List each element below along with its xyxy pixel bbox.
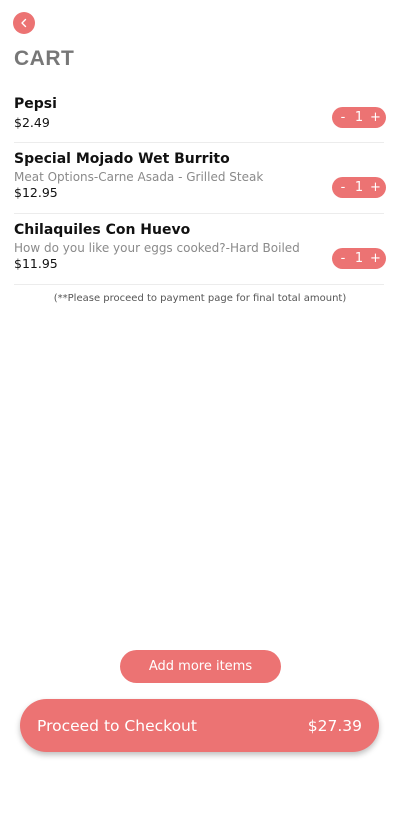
chevron-left-icon: [19, 18, 29, 28]
decrease-quantity-button[interactable]: -: [338, 181, 348, 194]
item-option: Meat Options-Carne Asada - Grilled Steak: [14, 170, 264, 184]
item-price: $11.95: [14, 256, 58, 271]
cart-item-list: Pepsi $2.49 - 1 + Special Mojado Wet Bur…: [0, 88, 400, 285]
item-name: Chilaquiles Con Huevo: [14, 222, 191, 238]
quantity-stepper: - 1 +: [332, 107, 386, 128]
decrease-quantity-button[interactable]: -: [338, 111, 348, 124]
item-price: $12.95: [14, 185, 58, 200]
item-name: Pepsi: [14, 96, 57, 112]
quantity-value: 1: [354, 110, 364, 125]
checkout-total: $27.39: [307, 716, 362, 735]
cart-item-burrito: Special Mojado Wet Burrito Meat Options-…: [14, 143, 386, 214]
proceed-to-checkout-button[interactable]: Proceed to Checkout $27.39: [20, 699, 379, 752]
payment-note: (**Please proceed to payment page for fi…: [53, 293, 347, 304]
quantity-stepper: - 1 +: [332, 248, 386, 269]
quantity-value: 1: [354, 251, 364, 266]
increase-quantity-button[interactable]: +: [370, 181, 381, 194]
back-button[interactable]: [13, 12, 35, 34]
increase-quantity-button[interactable]: +: [370, 252, 381, 265]
cart-item-chilaquiles: Chilaquiles Con Huevo How do you like yo…: [14, 214, 386, 285]
item-price: $2.49: [14, 115, 50, 130]
quantity-stepper: - 1 +: [332, 177, 386, 198]
cart-item-pepsi: Pepsi $2.49 - 1 +: [14, 88, 386, 143]
page-title: CART: [14, 47, 75, 70]
item-option: How do you like your eggs cooked?-Hard B…: [14, 241, 300, 255]
item-name: Special Mojado Wet Burrito: [14, 151, 230, 167]
quantity-value: 1: [354, 180, 364, 195]
add-more-items-button[interactable]: Add more items: [120, 650, 281, 683]
checkout-label: Proceed to Checkout: [37, 716, 197, 735]
decrease-quantity-button[interactable]: -: [338, 252, 348, 265]
increase-quantity-button[interactable]: +: [370, 111, 381, 124]
